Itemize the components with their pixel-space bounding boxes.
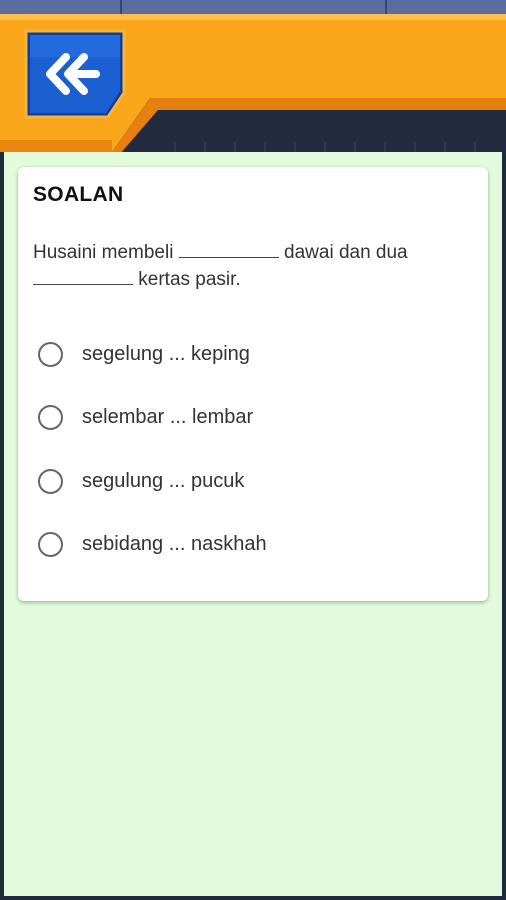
answer-blank (33, 270, 133, 285)
radio-button[interactable] (38, 532, 63, 557)
answer-option[interactable]: segulung ... pucuk (38, 465, 458, 499)
answer-option[interactable]: selembar ... lembar (38, 401, 458, 435)
question-card: SOALAN Husaini membeli dawai dan dua ker… (18, 167, 488, 601)
question-part-2: dawai dan dua (284, 242, 408, 263)
radio-button[interactable] (38, 405, 63, 430)
radio-button[interactable] (38, 469, 63, 494)
question-part-3: kertas pasir. (138, 269, 241, 290)
question-part-1: Husaini membeli (33, 242, 174, 263)
answer-option[interactable]: sebidang ... naskhah (38, 528, 458, 562)
top-strip (0, 0, 506, 14)
back-button[interactable] (22, 27, 128, 121)
radio-button[interactable] (38, 342, 63, 367)
strip-divider (120, 0, 122, 14)
answer-blank (178, 243, 279, 258)
question-title: SOALAN (33, 183, 124, 206)
option-label: selembar ... lembar (82, 406, 254, 428)
question-text: Husaini membeli dawai dan dua kertas pas… (33, 239, 473, 293)
answer-option[interactable]: segelung ... keping (38, 338, 458, 372)
strip-divider (385, 0, 387, 14)
option-label: segelung ... keping (82, 343, 250, 365)
option-label: sebidang ... naskhah (82, 533, 267, 555)
option-label: segulung ... pucuk (82, 470, 245, 492)
